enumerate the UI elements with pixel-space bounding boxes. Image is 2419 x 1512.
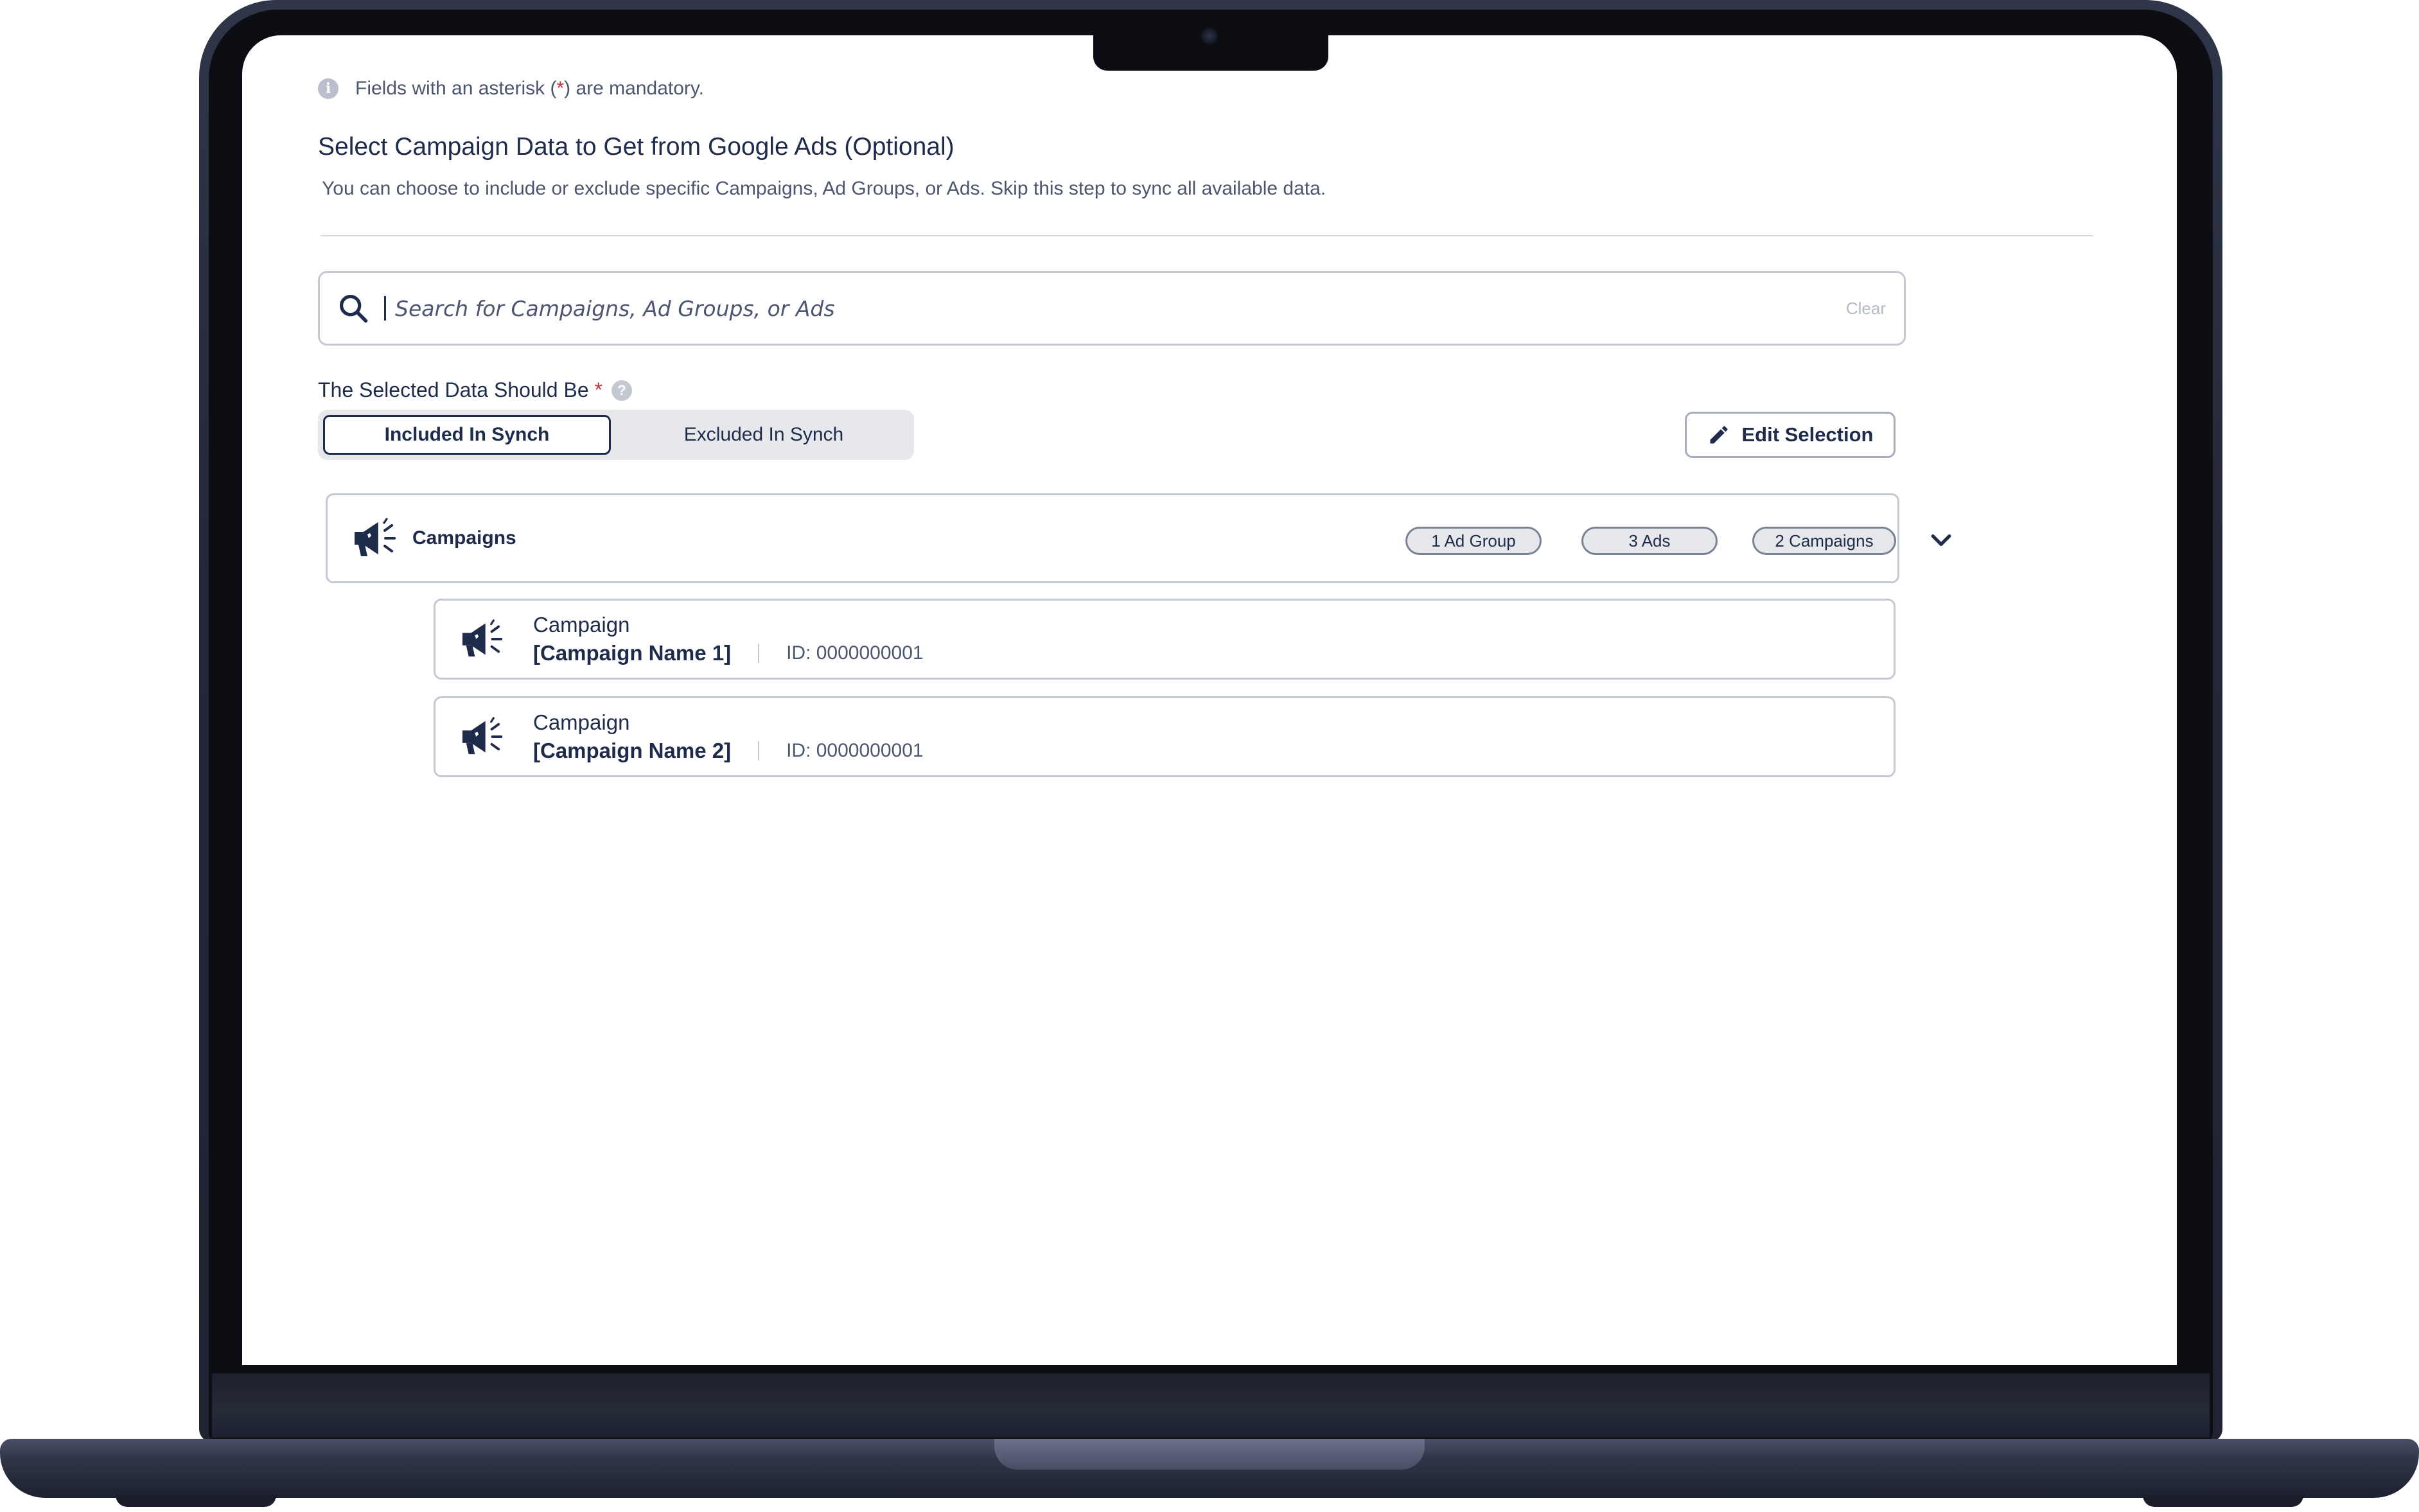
- edit-selection-label: Edit Selection: [1741, 423, 1874, 446]
- required-asterisk: *: [594, 378, 603, 401]
- laptop-screen: i Fields with an asterisk (*) are mandat…: [242, 35, 2177, 1365]
- group-title: Campaigns: [412, 527, 516, 549]
- laptop-chin: [212, 1373, 2210, 1437]
- campaign-type: Campaign: [533, 710, 630, 734]
- campaign-name: [Campaign Name 1]: [533, 641, 732, 665]
- selection-label-text: The Selected Data Should Be: [318, 378, 589, 401]
- toggle-included[interactable]: Included In Synch: [323, 415, 611, 455]
- campaign-name: [Campaign Name 2]: [533, 739, 732, 762]
- campaign-id: ID: 0000000001: [786, 642, 924, 664]
- laptop-foot-right: [2143, 1495, 2303, 1507]
- campaign-name-row: [Campaign Name 1] ID: 0000000001: [533, 639, 924, 667]
- ads-count-chip: 3 Ads: [1581, 527, 1718, 555]
- webcam-icon: [1201, 28, 1218, 44]
- ad-group-count-chip: 1 Ad Group: [1405, 527, 1542, 555]
- mandatory-asterisk: *: [556, 78, 565, 99]
- laptop-foot-left: [116, 1495, 276, 1507]
- info-icon: i: [318, 78, 339, 99]
- section-title: Select Campaign Data to Get from Google …: [318, 133, 954, 161]
- mandatory-notice-suffix: ) are mandatory.: [564, 78, 704, 99]
- pencil-icon: [1710, 426, 1728, 444]
- selection-label: The Selected Data Should Be * ?: [318, 378, 632, 402]
- megaphone-icon: [355, 518, 396, 556]
- campaigns-group[interactable]: Campaigns 1 Ad Group 3 Ads 2 Campaigns: [326, 493, 1951, 583]
- mandatory-notice-prefix: Fields with an asterisk (: [355, 78, 557, 99]
- chevron-down-icon[interactable]: [1927, 526, 1955, 554]
- divider: [321, 235, 2093, 236]
- campaign-type: Campaign: [533, 613, 630, 637]
- campaign-item-text: Campaign [Campaign Name 2] ID: 000000000…: [533, 708, 924, 765]
- section-description: You can choose to include or exclude spe…: [322, 178, 1326, 199]
- edit-selection-button[interactable]: Edit Selection: [1685, 412, 1896, 458]
- campaign-item[interactable]: Campaign [Campaign Name 1] ID: 000000000…: [434, 599, 1896, 680]
- mandatory-notice: i Fields with an asterisk (*) are mandat…: [318, 78, 704, 100]
- toggle-excluded[interactable]: Excluded In Synch: [620, 415, 908, 455]
- question-icon[interactable]: ?: [611, 380, 632, 401]
- include-exclude-toggle[interactable]: Included In Synch Excluded In Synch: [318, 410, 914, 460]
- search-input[interactable]: [395, 295, 1846, 321]
- megaphone-icon: [462, 717, 503, 755]
- text-caret: [384, 296, 386, 321]
- campaign-item-text: Campaign [Campaign Name 1] ID: 000000000…: [533, 611, 924, 667]
- campaign-item[interactable]: Campaign [Campaign Name 2] ID: 000000000…: [434, 696, 1896, 777]
- laptop-opening-notch: [994, 1439, 1425, 1470]
- search-icon[interactable]: [337, 292, 370, 325]
- separator: [758, 644, 760, 663]
- campaign-id: ID: 0000000001: [786, 740, 924, 761]
- separator: [758, 741, 760, 760]
- campaigns-count-chip: 2 Campaigns: [1752, 527, 1896, 555]
- campaign-name-row: [Campaign Name 2] ID: 0000000001: [533, 737, 924, 765]
- clear-button[interactable]: Clear: [1846, 299, 1886, 319]
- search-box[interactable]: Clear: [318, 271, 1906, 346]
- megaphone-icon: [462, 619, 503, 657]
